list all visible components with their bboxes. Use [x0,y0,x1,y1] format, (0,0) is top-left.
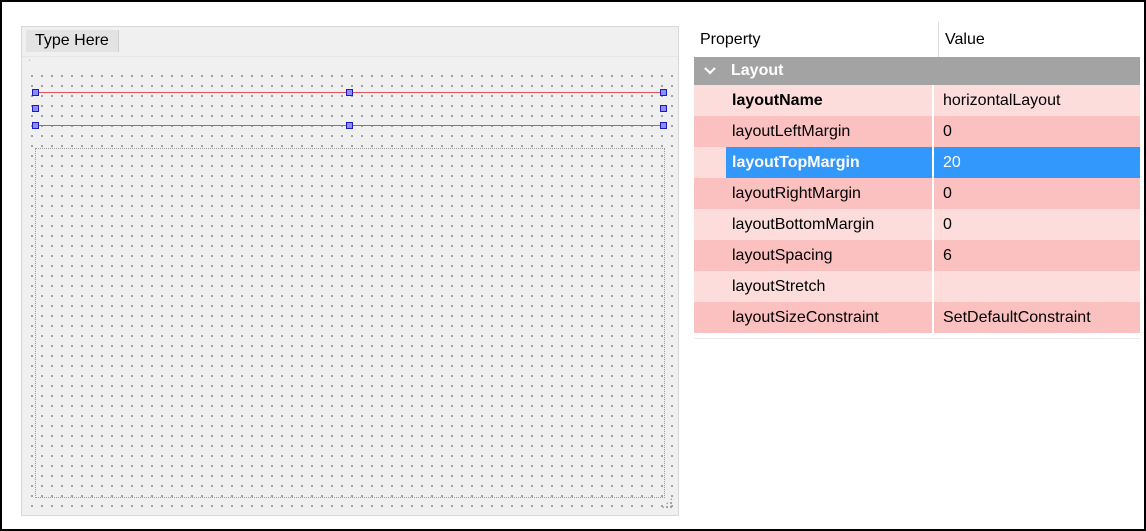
property-row-layoutName[interactable]: layoutName horizontalLayout [694,85,1140,116]
screenshot-frame: Type Here ˊ Property Value Layout layout… [0,0,1146,531]
property-value[interactable]: 6 [934,240,1140,271]
property-row-layoutRightMargin[interactable]: layoutRightMargin 0 [694,178,1140,209]
property-value[interactable]: 20 [934,147,1140,178]
resize-handle-bottom-right[interactable] [660,122,667,129]
property-value[interactable]: 0 [934,178,1140,209]
resize-handle-bottom-left[interactable] [32,122,39,129]
resize-handle-top-left[interactable] [32,89,39,96]
property-group-label: Layout [731,62,784,79]
property-row-layoutSpacing[interactable]: layoutSpacing 6 [694,240,1140,271]
central-widget-layout-frame [35,148,665,498]
property-value[interactable]: 0 [934,116,1140,147]
grid-origin-mark: ˊ [28,59,31,68]
property-name: layoutLeftMargin [694,116,933,147]
property-table-header: Property Value [694,22,1140,57]
chevron-down-icon[interactable] [703,57,717,85]
resize-handle-top-center[interactable] [346,89,353,96]
resize-handle-bottom-center[interactable] [346,122,353,129]
column-header-property[interactable]: Property [694,22,938,57]
form-menubar: Type Here [22,27,678,55]
property-value[interactable]: SetDefaultConstraint [934,302,1140,333]
property-name: layoutTopMargin [726,147,933,178]
property-editor: Property Value Layout layoutName horizon… [694,22,1140,333]
property-name: layoutStretch [694,271,933,302]
property-group-layout[interactable]: Layout [694,57,1140,85]
resize-handle-middle-left[interactable] [32,105,39,112]
column-header-value[interactable]: Value [939,22,1140,57]
property-name: layoutBottomMargin [694,209,933,240]
resize-handle-middle-right[interactable] [660,105,667,112]
property-row-layoutBottomMargin[interactable]: layoutBottomMargin 0 [694,209,1140,240]
resize-handle-top-right[interactable] [660,89,667,96]
form-editor-canvas[interactable]: Type Here ˊ [21,26,679,516]
property-row-layoutLeftMargin[interactable]: layoutLeftMargin 0 [694,116,1140,147]
menubar-separator [22,56,678,57]
property-name: layoutSpacing [694,240,933,271]
property-row-layoutStretch[interactable]: layoutStretch [694,271,1140,302]
property-name: layoutName [694,85,933,116]
property-table-bottom-edge [694,338,1140,339]
property-name: layoutRightMargin [694,178,933,209]
property-row-layoutSizeConstraint[interactable]: layoutSizeConstraint SetDefaultConstrain… [694,302,1140,333]
property-value[interactable] [934,271,1140,302]
menubar-type-here[interactable]: Type Here [26,30,119,52]
row-indent [694,147,726,178]
property-value[interactable]: horizontalLayout [934,85,1140,116]
property-name: layoutSizeConstraint [694,302,933,333]
property-value[interactable]: 0 [934,209,1140,240]
property-row-layoutTopMargin[interactable]: layoutTopMargin 20 [694,147,1140,178]
